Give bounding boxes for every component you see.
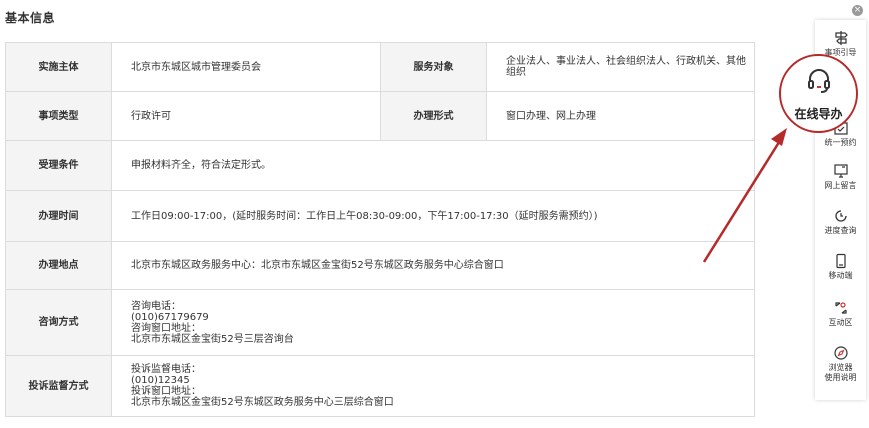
annotation-arrow [702,128,787,263]
